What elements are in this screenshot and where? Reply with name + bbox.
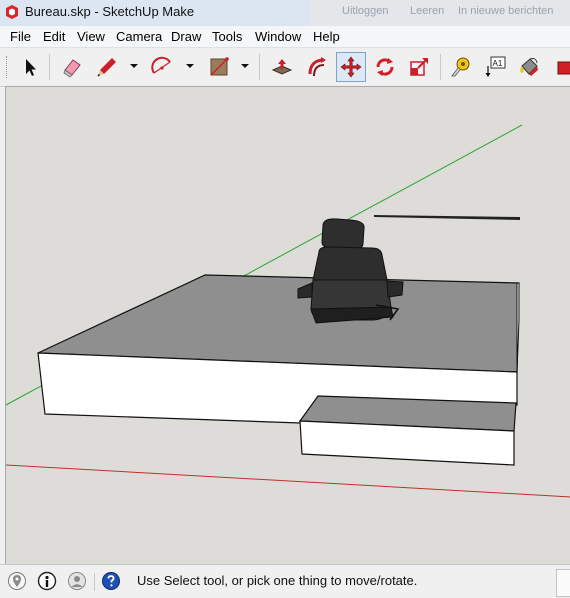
arc-icon [151,56,171,74]
rotate-tool-button[interactable] [370,52,400,82]
background-text: Uitloggen [342,5,389,17]
office-chair [297,218,404,324]
status-separator [94,573,95,591]
eraser-tool-button[interactable] [57,52,87,82]
desk-step [298,395,517,466]
pencil-icon [97,58,116,77]
background-window: Uitloggen Leeren In nieuwe berichten [310,0,570,26]
toolbar-separator [440,54,441,80]
main-toolbar: A1 [0,47,570,87]
toolbar-separator [259,54,260,80]
menu-tools[interactable]: Tools [212,29,242,44]
status-bar: Use Select tool, or pick one thing to mo… [0,564,570,598]
red-axis-line [6,464,570,498]
background-text: In nieuwe berichten [458,5,554,17]
rectangle-tool-button[interactable] [204,52,234,82]
scale-tool-button[interactable] [404,52,434,82]
menu-help[interactable]: Help [313,29,340,44]
tape-measure-icon [451,57,470,77]
toolbar-separator [49,54,50,80]
select-tool-button[interactable] [15,52,45,82]
move-tool-button[interactable] [336,52,366,82]
text-label-icon: A1 [485,56,506,77]
3d-viewport[interactable] [5,86,570,565]
help-icon[interactable] [101,571,121,591]
paint-bucket-tool-button[interactable] [514,52,544,82]
background-bar [374,215,520,220]
chevron-down-icon[interactable] [240,57,250,75]
window-title: Bureau.skp - SketchUp Make [25,4,195,19]
rectangle-icon [210,57,229,76]
toolbar-grip[interactable] [6,56,10,78]
tape-measure-tool-button[interactable] [446,52,476,82]
measurements-box[interactable] [556,569,570,597]
background-text: Leeren [410,5,445,17]
menu-edit[interactable]: Edit [43,29,65,44]
arrow-cursor-icon [26,59,36,76]
chevron-down-icon[interactable] [185,57,195,75]
eraser-icon [63,59,81,78]
follow-me-tool-button[interactable] [302,52,332,82]
menu-window[interactable]: Window [255,29,301,44]
sketchup-logo-icon [6,5,18,19]
menu-draw[interactable]: Draw [171,29,201,44]
user-account-icon[interactable] [67,571,87,591]
menu-camera[interactable]: Camera [116,29,162,44]
status-message: Use Select tool, or pick one thing to mo… [137,573,418,588]
move-arrows-icon [340,56,362,78]
text-tool-label: A1 [493,59,503,68]
push-pull-tool-button[interactable] [267,52,297,82]
text-tool-button[interactable]: A1 [480,52,510,82]
overflow-tool-button[interactable] [552,52,570,82]
geo-location-icon[interactable] [7,571,27,591]
arc-tool-button[interactable] [147,52,177,82]
dropdown-tool-icon [557,61,570,75]
credits-icon[interactable] [37,571,57,591]
menu-bar: File Edit View Camera Draw Tools Window … [0,26,570,47]
rotate-icon [376,58,394,76]
chevron-down-icon[interactable] [129,57,139,75]
follow-me-icon [308,57,326,77]
menu-view[interactable]: View [77,29,105,44]
paint-bucket-icon [520,58,538,76]
menu-file[interactable]: File [10,29,31,44]
scale-icon [410,58,428,76]
line-tool-button[interactable] [92,52,122,82]
push-pull-icon [271,59,293,75]
title-bar: Bureau.skp - SketchUp Make Uitloggen Lee… [0,0,570,26]
model-canvas[interactable] [6,87,570,565]
